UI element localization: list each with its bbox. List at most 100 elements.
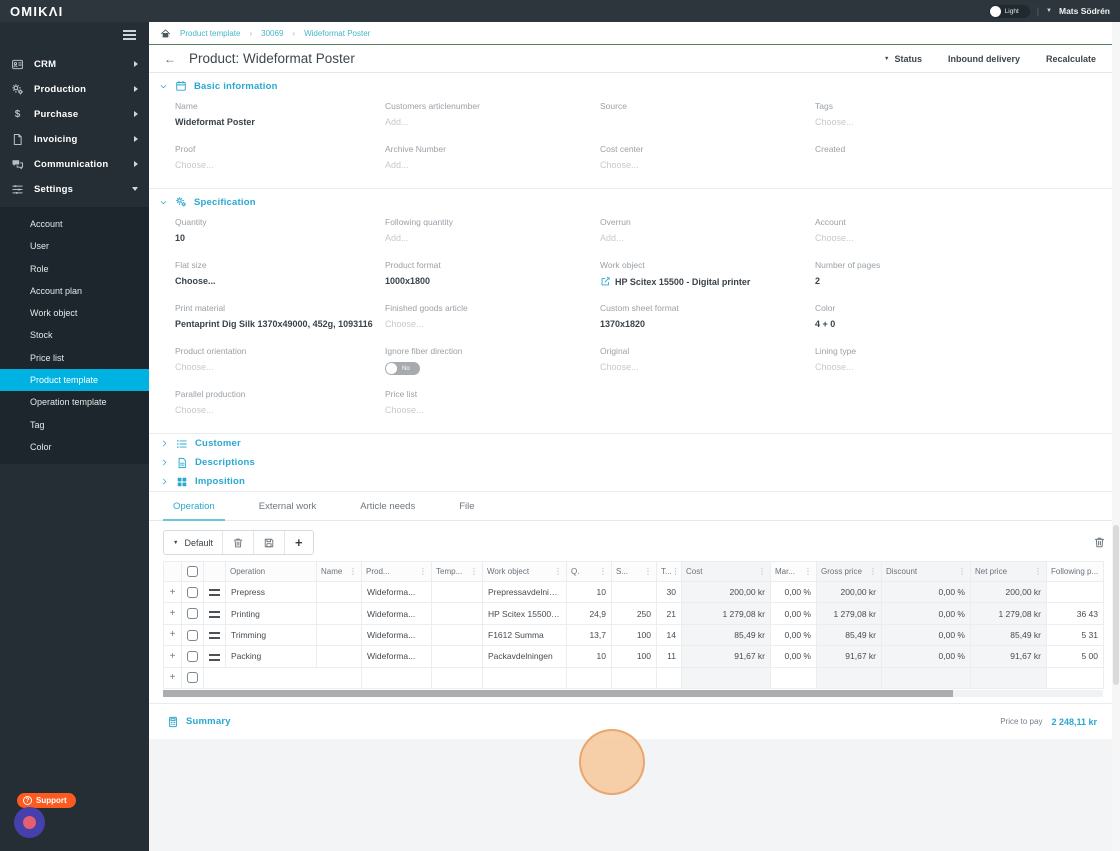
cell-mar[interactable] xyxy=(770,666,817,689)
cell-name[interactable] xyxy=(316,580,362,604)
column-menu-icon[interactable]: ⋮ xyxy=(644,567,652,576)
field-value[interactable]: HP Scitex 15500 - Digital printer xyxy=(600,276,815,287)
field-placeholder[interactable]: Choose... xyxy=(175,362,385,372)
sidebar-item-settings[interactable]: Settings xyxy=(0,177,149,202)
cell-t[interactable]: 21 xyxy=(656,602,682,625)
field-value[interactable]: Pentaprint Dig Silk 1370x49000, 452g, 10… xyxy=(175,319,385,329)
drag-handle-icon[interactable] xyxy=(209,632,220,640)
tab-article-needs[interactable]: Article needs xyxy=(350,497,425,520)
tab-external-work[interactable]: External work xyxy=(249,497,327,520)
cell-prod[interactable] xyxy=(361,666,432,689)
cell-discount[interactable] xyxy=(881,666,971,689)
cell-t[interactable]: 11 xyxy=(656,645,682,668)
expand-row-button[interactable]: + xyxy=(163,645,182,668)
home-icon[interactable] xyxy=(160,28,171,39)
cell-operation[interactable]: Trimming xyxy=(225,623,317,647)
field-value[interactable]: Choose... xyxy=(175,276,385,286)
cell-following[interactable]: 36 43 xyxy=(1046,602,1104,625)
cell-s[interactable] xyxy=(611,580,657,604)
cell-s[interactable] xyxy=(611,666,657,689)
section-header-imposition[interactable]: Imposition xyxy=(149,472,1120,491)
field-value[interactable]: 1000x1800 xyxy=(385,276,600,286)
column-menu-icon[interactable]: ⋮ xyxy=(599,567,607,576)
field-placeholder[interactable]: Choose... xyxy=(600,362,815,372)
field-placeholder[interactable]: Choose... xyxy=(815,362,1096,372)
support-button[interactable]: ? Support xyxy=(17,793,76,808)
sidebar-item-crm[interactable]: CRM xyxy=(0,52,149,77)
column-menu-icon[interactable]: ⋮ xyxy=(758,567,766,576)
field-placeholder[interactable]: Add... xyxy=(600,233,815,243)
row-checkbox[interactable] xyxy=(187,672,198,684)
cell-work_object[interactable]: HP Scitex 15500 - Dig... xyxy=(482,602,567,625)
field-placeholder[interactable]: Choose... xyxy=(175,405,385,415)
section-header-specification[interactable]: Specification xyxy=(149,189,1120,210)
cell-gross[interactable]: 1 279,08 kr xyxy=(816,602,882,625)
cell-cost[interactable] xyxy=(681,666,771,689)
section-header-customer[interactable]: Customer xyxy=(149,434,1120,453)
theme-toggle[interactable]: Light xyxy=(988,4,1030,18)
sidebar-item-stock[interactable]: Stock xyxy=(0,324,149,346)
edit-icon[interactable] xyxy=(600,276,611,287)
column-menu-icon[interactable]: ⋮ xyxy=(470,567,478,576)
cell-work_object[interactable] xyxy=(482,666,567,689)
cell-operation[interactable]: Printing xyxy=(225,602,317,625)
cell-work_object[interactable]: F1612 Summa xyxy=(482,623,567,647)
cell-t[interactable]: 14 xyxy=(656,623,682,647)
vertical-scrollbar-thumb[interactable] xyxy=(1113,525,1119,685)
inbound-delivery-button[interactable]: Inbound delivery xyxy=(948,54,1020,64)
cell-work_object[interactable]: Packavdelningen xyxy=(482,645,567,668)
cell-net[interactable]: 200,00 kr xyxy=(970,580,1047,604)
column-menu-icon[interactable]: ⋮ xyxy=(672,567,680,576)
cell-q[interactable]: 24,9 xyxy=(566,602,612,625)
cell-following[interactable] xyxy=(1046,666,1104,689)
field-placeholder[interactable]: Choose... xyxy=(815,233,1096,243)
cell-net[interactable] xyxy=(970,666,1047,689)
sidebar-item-communication[interactable]: Communication xyxy=(0,152,149,177)
section-header-descriptions[interactable]: Descriptions xyxy=(149,453,1120,472)
sidebar-item-color[interactable]: Color xyxy=(0,436,149,458)
field-placeholder[interactable]: Add... xyxy=(385,233,600,243)
cell-t[interactable] xyxy=(656,666,682,689)
sidebar-item-production[interactable]: Production xyxy=(0,77,149,102)
cell-net[interactable]: 91,67 kr xyxy=(970,645,1047,668)
breadcrumb-item-product-template[interactable]: Product template xyxy=(180,29,240,38)
cell-temp[interactable] xyxy=(431,623,483,647)
cell-discount[interactable]: 0,00 % xyxy=(881,580,971,604)
sidebar-item-purchase[interactable]: $ Purchase xyxy=(0,102,149,127)
row-checkbox[interactable] xyxy=(187,650,198,662)
cell-net[interactable]: 1 279,08 kr xyxy=(970,602,1047,625)
preset-dropdown[interactable]: ▼ Default xyxy=(164,531,222,554)
cell-s[interactable]: 100 xyxy=(611,645,657,668)
user-name[interactable]: Mats Södrén xyxy=(1059,6,1110,16)
drag-handle-icon[interactable] xyxy=(209,653,220,661)
cell-work_object[interactable]: Prepressavdelningen xyxy=(482,580,567,604)
add-row-button[interactable]: + xyxy=(163,666,182,689)
cell-discount[interactable]: 0,00 % xyxy=(881,602,971,625)
delete-preset-button[interactable] xyxy=(221,531,253,554)
cell-q[interactable]: 13,7 xyxy=(566,623,612,647)
drag-handle-icon[interactable] xyxy=(209,589,220,597)
sidebar-item-account[interactable]: Account xyxy=(0,213,149,235)
row-checkbox[interactable] xyxy=(187,629,198,641)
drag-handle-icon[interactable] xyxy=(209,610,220,618)
new-row-input-cell[interactable] xyxy=(203,666,362,689)
cell-prod[interactable]: Wideforma... xyxy=(361,645,432,668)
column-menu-icon[interactable]: ⋮ xyxy=(349,567,357,576)
cell-cost[interactable]: 200,00 kr xyxy=(681,580,771,604)
sidebar-item-account-plan[interactable]: Account plan xyxy=(0,280,149,302)
sidebar-item-operation-template[interactable]: Operation template xyxy=(0,391,149,413)
field-placeholder[interactable]: Choose... xyxy=(815,117,1096,127)
recalculate-button[interactable]: Recalculate xyxy=(1046,54,1096,64)
cell-prod[interactable]: Wideforma... xyxy=(361,602,432,625)
sidebar-item-user[interactable]: User xyxy=(0,235,149,257)
cell-temp[interactable] xyxy=(431,602,483,625)
row-checkbox[interactable] xyxy=(187,608,198,620)
sidebar-item-price-list[interactable]: Price list xyxy=(0,347,149,369)
cell-mar[interactable]: 0,00 % xyxy=(770,580,817,604)
cell-following[interactable] xyxy=(1046,580,1104,604)
status-button[interactable]: ▼ Status xyxy=(884,54,922,64)
cell-operation[interactable]: Packing xyxy=(225,645,317,668)
cell-gross[interactable]: 200,00 kr xyxy=(816,580,882,604)
column-menu-icon[interactable]: ⋮ xyxy=(958,567,966,576)
column-menu-icon[interactable]: ⋮ xyxy=(419,567,427,576)
